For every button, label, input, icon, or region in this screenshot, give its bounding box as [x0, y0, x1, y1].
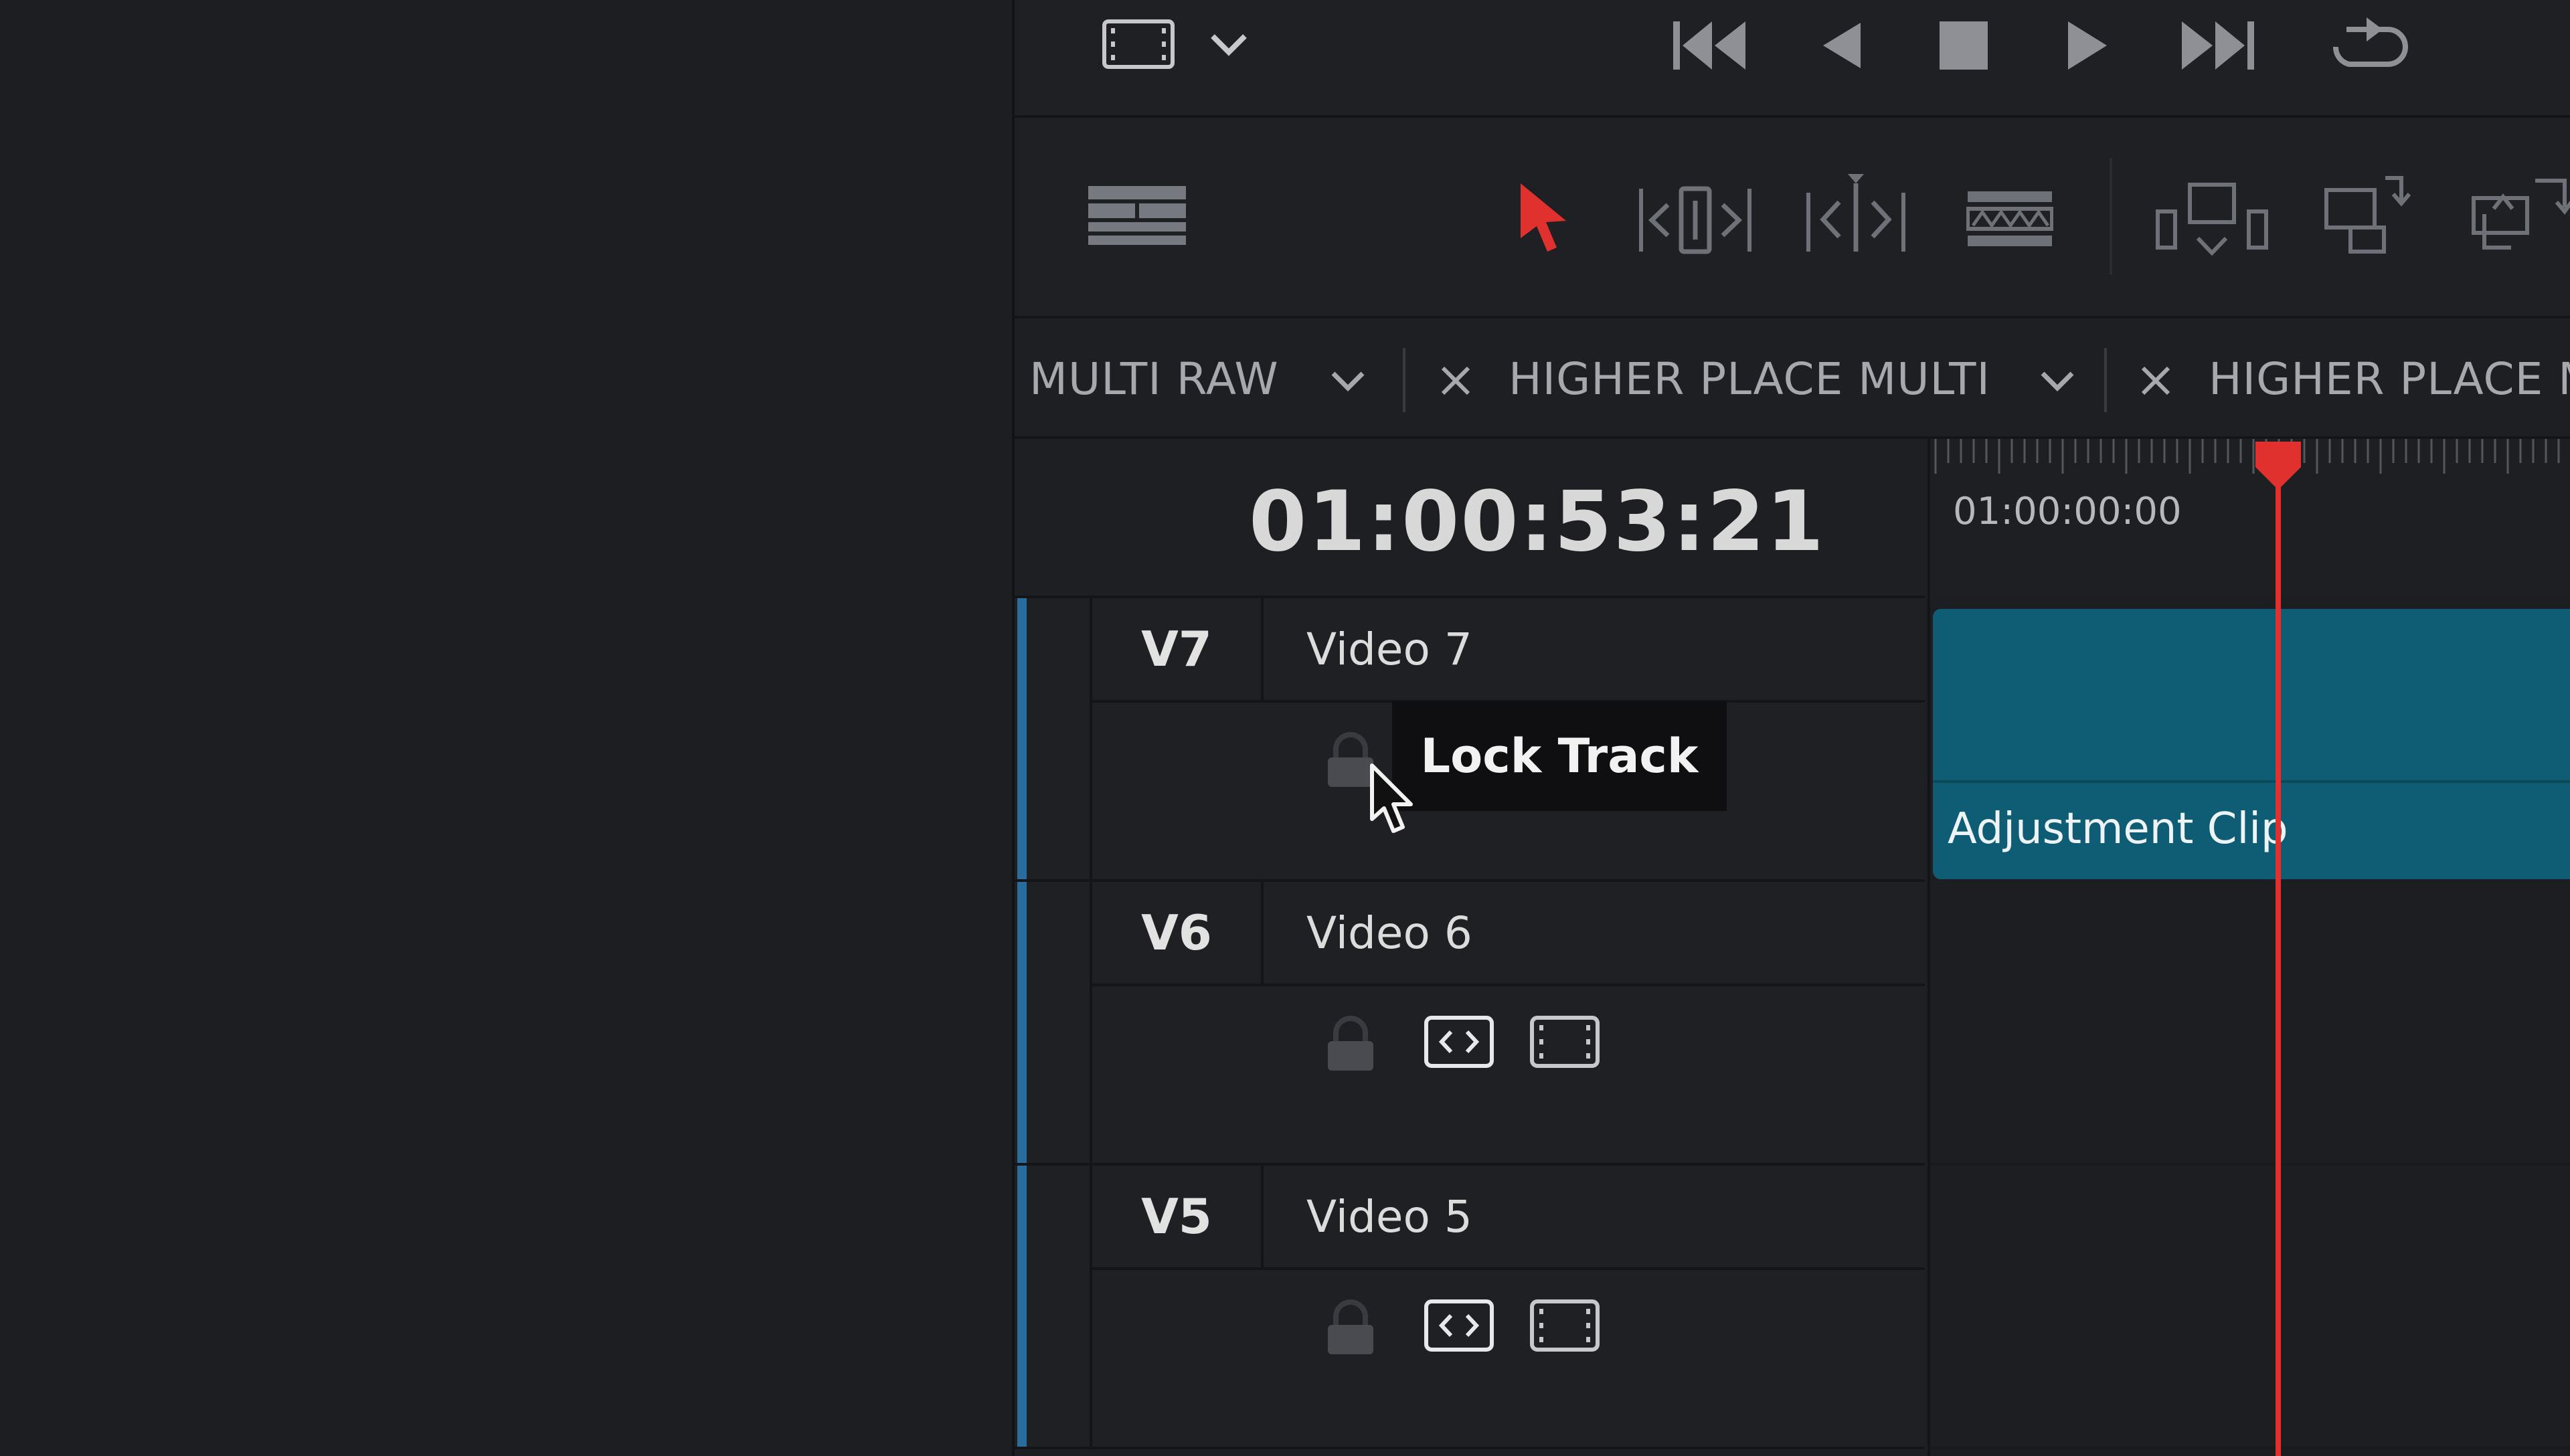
current-timecode[interactable]: 01:00:53:21	[1249, 474, 1825, 570]
chevron-down-icon[interactable]	[1329, 369, 1367, 393]
insert-clip-icon[interactable]	[2155, 182, 2269, 260]
track-id: V7	[1092, 598, 1264, 703]
replace-clip-icon[interactable]	[2471, 174, 2570, 254]
chevron-down-icon[interactable]	[2039, 369, 2076, 393]
track-id: V6	[1092, 882, 1264, 986]
track-id: V5	[1092, 1166, 1264, 1270]
blade-edit-icon[interactable]	[1966, 189, 2053, 249]
mouse-cursor-icon	[1369, 763, 1416, 840]
play-icon[interactable]	[2064, 19, 2111, 72]
tab-separator	[2104, 348, 2107, 412]
chevron-down-icon[interactable]	[1209, 31, 1249, 58]
track-header-v6[interactable]: V6 Video 6	[1015, 882, 1925, 1166]
playhead-line[interactable]	[2276, 468, 2281, 1456]
lock-icon[interactable]	[1325, 732, 1376, 788]
disable-video-track-icon[interactable]	[1530, 1016, 1600, 1068]
clip-divider	[1933, 780, 2570, 783]
timeline-tracks-area[interactable]: Adjustment Clip	[1928, 596, 2570, 1456]
skip-to-end-icon[interactable]	[2178, 19, 2258, 72]
auto-track-select-icon[interactable]	[1424, 1016, 1494, 1068]
selection-mode-arrow-icon[interactable]	[1518, 182, 1569, 256]
close-icon[interactable]	[2139, 364, 2172, 397]
track-color-strip	[1017, 882, 1027, 1163]
tooltip: Lock Track	[1392, 701, 1727, 811]
lock-icon[interactable]	[1325, 1016, 1376, 1072]
edit-toolbar	[1015, 118, 2570, 318]
ruler-start-timecode: 01:00:00:00	[1953, 490, 2182, 533]
toolbar-separator	[2110, 158, 2112, 274]
lane-divider	[1930, 1163, 2570, 1166]
tab-higher-place-m[interactable]: HIGHER PLACE M	[2209, 353, 2570, 405]
track-header-v5[interactable]: V5 Video 5	[1015, 1166, 1925, 1449]
track-color-strip	[1017, 1166, 1027, 1447]
step-back-icon[interactable]	[1818, 20, 1865, 71]
lock-icon[interactable]	[1325, 1299, 1376, 1356]
transport-bar	[1015, 0, 2570, 118]
track-name[interactable]: Video 6	[1264, 882, 1925, 986]
auto-track-select-icon[interactable]	[1424, 1299, 1494, 1352]
playhead-handle-icon[interactable]	[2253, 439, 2304, 495]
tab-separator	[1403, 348, 1405, 412]
timeline-view-options-icon[interactable]	[1087, 185, 1187, 246]
tab-higher-place-multi[interactable]: HIGHER PLACE MULTI	[1509, 353, 1990, 405]
timeline-panel: MULTI RAW HIGHER PLACE MULTI HIGHER PLAC…	[1012, 0, 2570, 1456]
overwrite-clip-icon[interactable]	[2324, 174, 2411, 254]
close-icon[interactable]	[1439, 364, 1472, 397]
loop-icon[interactable]	[2326, 15, 2409, 75]
adjustment-clip[interactable]: Adjustment Clip	[1933, 609, 2570, 879]
skip-to-start-icon[interactable]	[1670, 19, 1751, 72]
trim-edit-icon[interactable]	[1638, 183, 1752, 257]
track-name[interactable]: Video 5	[1264, 1166, 1925, 1270]
stop-icon[interactable]	[1938, 20, 1989, 71]
dynamic-trim-icon[interactable]	[1806, 173, 1906, 256]
viewer-background	[0, 0, 1012, 1456]
timecode-area: 01:00:53:21	[1015, 439, 1925, 598]
tab-multi-raw[interactable]: MULTI RAW	[1029, 353, 1279, 405]
timeline-tabs: MULTI RAW HIGHER PLACE MULTI HIGHER PLAC…	[1015, 318, 2570, 439]
track-name[interactable]: Video 7	[1264, 598, 1925, 703]
clip-label: Adjustment Clip	[1948, 804, 2288, 854]
film-frame-icon[interactable]	[1102, 19, 1175, 70]
timeline-ruler[interactable]: 01:00:00:00	[1928, 439, 2570, 598]
track-color-strip	[1017, 598, 1027, 879]
ruler-ticks	[1934, 439, 2560, 474]
lane-divider	[1930, 1447, 2570, 1449]
disable-video-track-icon[interactable]	[1530, 1299, 1600, 1352]
